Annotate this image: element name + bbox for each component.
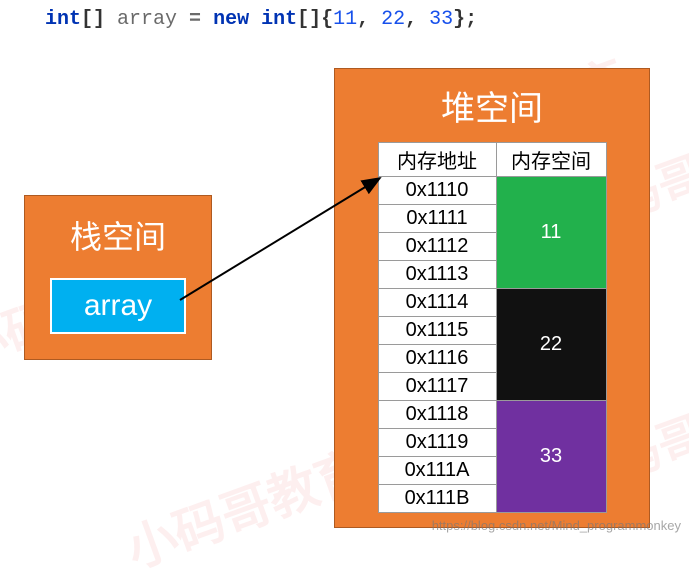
- stack-title: 栈空间: [70, 212, 166, 258]
- memory-address: 0x1115: [378, 317, 496, 345]
- memory-address: 0x1119: [378, 429, 496, 457]
- memory-address: 0x1114: [378, 289, 496, 317]
- memory-table: 内存地址 内存空间 0x1110110x11110x11120x11130x11…: [378, 142, 607, 513]
- literal-11: 11: [333, 8, 357, 31]
- equals: =: [177, 8, 213, 31]
- brackets: []{: [297, 8, 333, 31]
- memory-address: 0x1116: [378, 345, 496, 373]
- keyword-int: int: [45, 8, 81, 31]
- brackets: []: [81, 8, 117, 31]
- memory-address: 0x1110: [378, 177, 496, 205]
- end: };: [453, 8, 477, 31]
- comma: ,: [405, 8, 429, 31]
- comma: ,: [357, 8, 381, 31]
- heap-space-box: 堆空间 内存地址 内存空间 0x1110110x11110x11120x1113…: [334, 68, 650, 528]
- header-address: 内存地址: [378, 143, 496, 177]
- memory-value: 33: [496, 401, 606, 513]
- keyword-new-int: new int: [213, 8, 297, 31]
- literal-22: 22: [381, 8, 405, 31]
- memory-address: 0x1112: [378, 233, 496, 261]
- attribution-text: https://blog.csdn.net/Mind_programmonkey: [432, 518, 681, 533]
- literal-33: 33: [429, 8, 453, 31]
- memory-address: 0x111A: [378, 457, 496, 485]
- memory-value: 11: [496, 177, 606, 289]
- memory-address: 0x1111: [378, 205, 496, 233]
- memory-address: 0x1117: [378, 373, 496, 401]
- stack-space-box: 栈空间 array: [24, 195, 212, 360]
- code-declaration: int[] array = new int[]{11, 22, 33};: [45, 8, 477, 31]
- memory-address: 0x1113: [378, 261, 496, 289]
- header-space: 内存空间: [496, 143, 606, 177]
- table-row: 0x111833: [378, 401, 606, 429]
- heap-title: 堆空间: [441, 81, 543, 130]
- table-row: 0x111011: [378, 177, 606, 205]
- memory-value: 22: [496, 289, 606, 401]
- var-name: array: [117, 8, 177, 31]
- table-row: 0x111422: [378, 289, 606, 317]
- array-variable: array: [50, 278, 186, 334]
- memory-address: 0x111B: [378, 485, 496, 513]
- memory-address: 0x1118: [378, 401, 496, 429]
